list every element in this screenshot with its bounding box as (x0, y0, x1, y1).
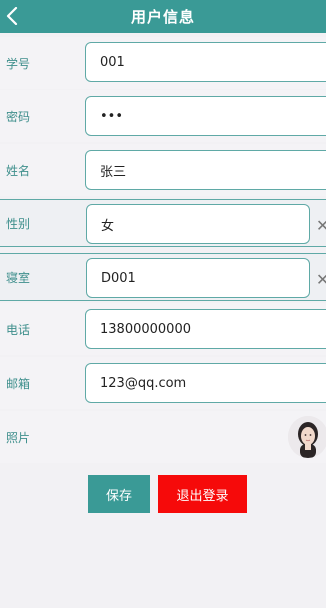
top-bar: 用户信息 (0, 0, 326, 33)
photo-label: 照片 (6, 430, 31, 445)
avatar-photo-icon (288, 416, 326, 458)
name-field[interactable]: 张三 (85, 150, 326, 190)
phone-field[interactable]: 13800000000 (85, 309, 326, 349)
password-label: 密码 (6, 109, 31, 124)
save-button[interactable]: 保存 (88, 475, 150, 513)
logout-button[interactable]: 退出登录 (158, 475, 247, 513)
back-button[interactable] (4, 6, 20, 26)
avatar[interactable] (288, 416, 326, 458)
dorm-select[interactable]: D001 (86, 258, 310, 298)
dorm-label: 寝室 (6, 270, 31, 285)
student-id-label: 学号 (6, 56, 31, 71)
row-dorm[interactable]: 寝室 D001 ✕ (0, 253, 326, 301)
dorm-dropdown-icon[interactable]: ✕ (316, 272, 326, 288)
student-id-field[interactable]: 001 (85, 42, 326, 82)
row-photo: 照片 (0, 411, 326, 463)
page-title: 用户信息 (130, 8, 195, 26)
row-gender[interactable]: 性别 女 ✕ (0, 199, 326, 247)
row-email: 邮箱 123@qq.com (0, 357, 326, 409)
email-label: 邮箱 (6, 376, 31, 391)
phone-label: 电话 (6, 322, 31, 337)
chevron-left-icon (6, 7, 18, 25)
gender-label: 性别 (6, 216, 31, 231)
name-label: 姓名 (6, 163, 31, 178)
gender-dropdown-icon[interactable]: ✕ (316, 218, 326, 234)
gender-select[interactable]: 女 (86, 204, 310, 244)
email-field[interactable]: 123@qq.com (85, 363, 326, 403)
row-student-id: 学号 001 (0, 37, 326, 89)
password-field[interactable]: ••• (85, 96, 326, 136)
row-phone: 电话 13800000000 (0, 303, 326, 355)
row-password: 密码 ••• (0, 90, 326, 142)
row-name: 姓名 张三 (0, 144, 326, 196)
